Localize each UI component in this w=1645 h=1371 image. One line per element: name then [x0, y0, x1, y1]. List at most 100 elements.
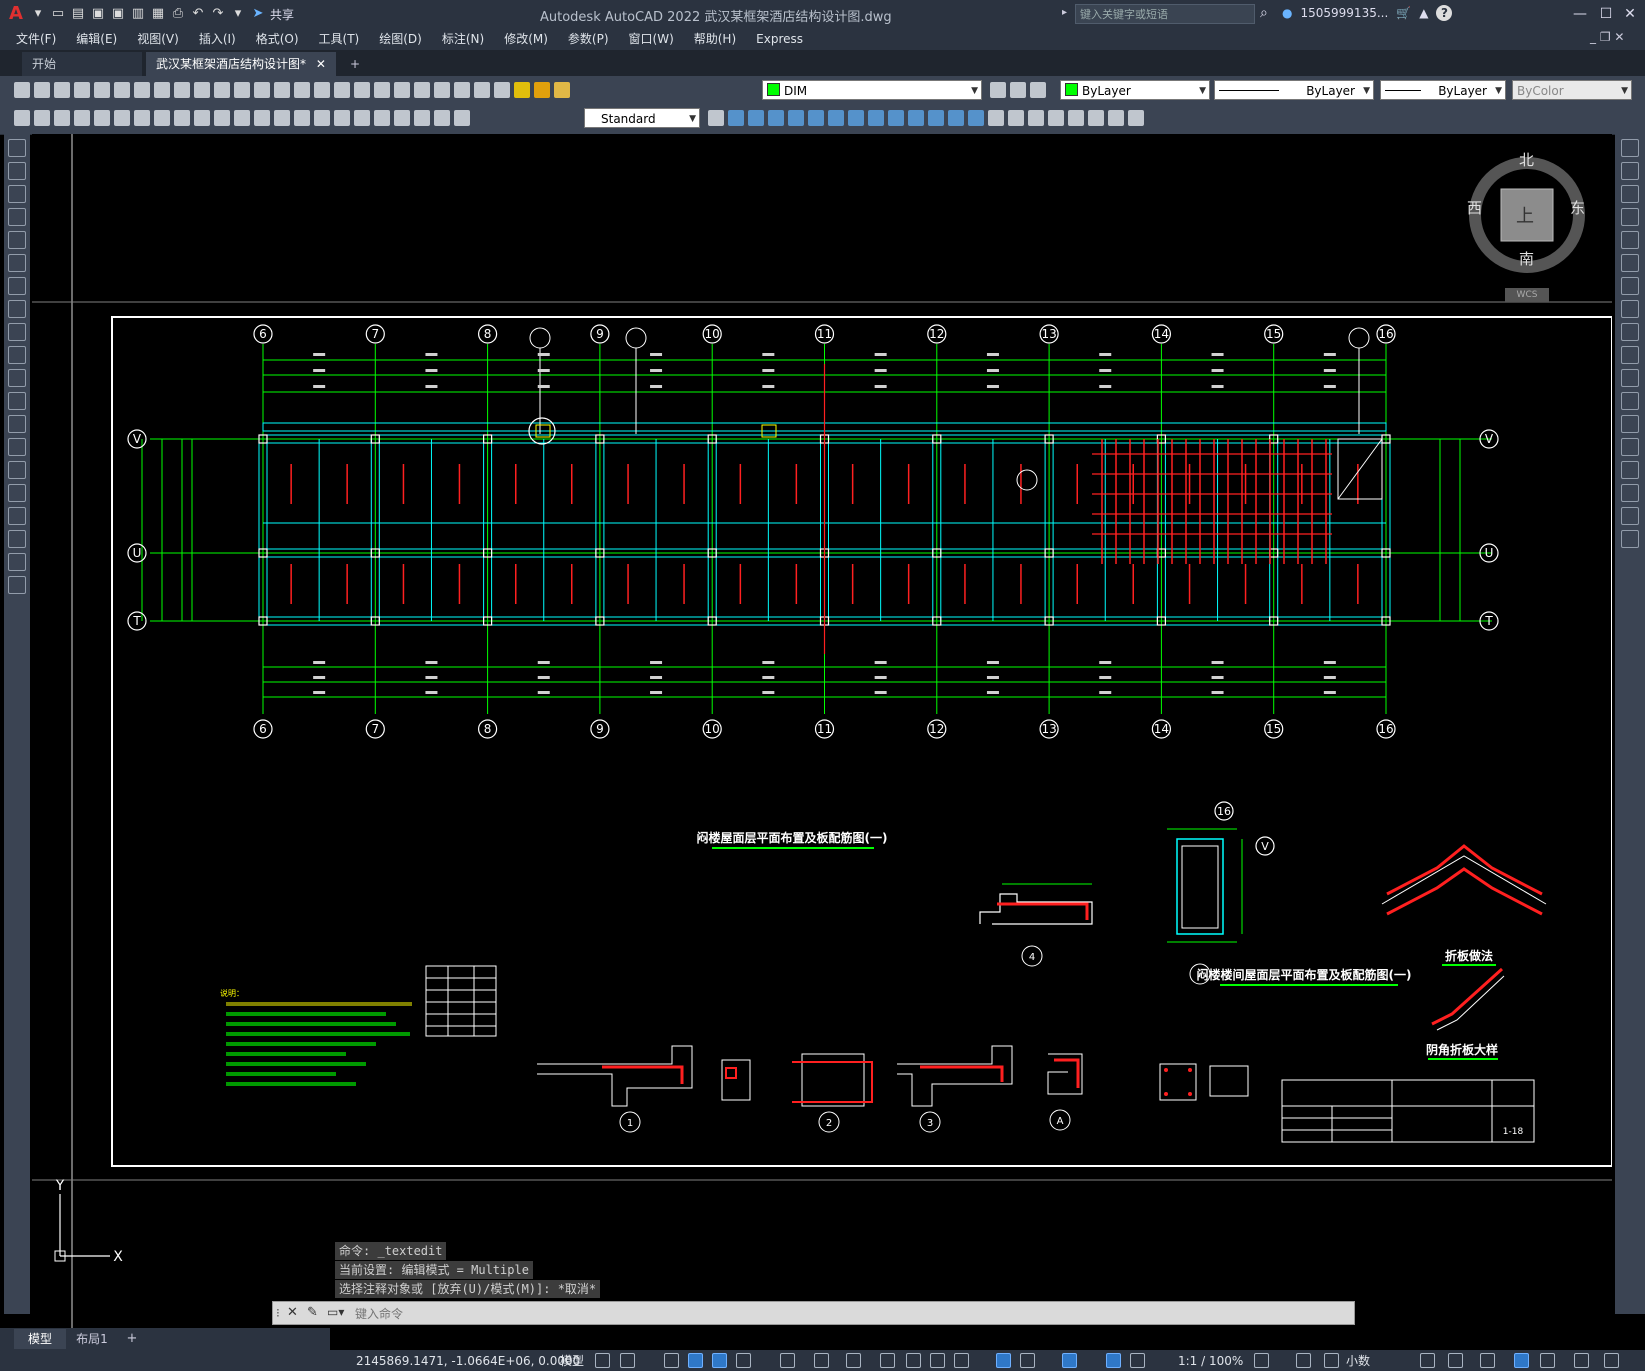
autocad-logo-icon[interactable]: A: [6, 4, 26, 24]
modify-icon-14[interactable]: [988, 110, 1004, 126]
compass-north[interactable]: 北: [1519, 149, 1534, 170]
plot-icon[interactable]: ⎙: [170, 6, 186, 22]
layer-states-icon[interactable]: [1030, 82, 1046, 98]
modify-icon-12[interactable]: [948, 110, 964, 126]
compass-west[interactable]: 西: [1467, 197, 1482, 218]
infer-constraints-icon[interactable]: [664, 1353, 679, 1368]
dim-aligned-icon[interactable]: [94, 110, 110, 126]
menu-parametric[interactable]: 参数(P): [558, 28, 619, 50]
add-layout-button[interactable]: +: [122, 1329, 142, 1349]
hatch-icon[interactable]: [8, 461, 26, 479]
isolate-objects-icon[interactable]: [1480, 1353, 1495, 1368]
close-icon[interactable]: ✕: [1616, 4, 1644, 24]
dim-icon-3[interactable]: [54, 110, 70, 126]
zoom-window-icon[interactable]: [314, 82, 330, 98]
compass-east[interactable]: 东: [1570, 197, 1585, 218]
break-icon[interactable]: [1621, 415, 1639, 433]
annotation-scale[interactable]: 1:1 / 100%: [1178, 1353, 1243, 1369]
auto-scale-icon[interactable]: [1130, 1353, 1145, 1368]
modify-icon-18[interactable]: [1068, 110, 1084, 126]
construction-line-icon[interactable]: [8, 162, 26, 180]
user-name[interactable]: 1505999135...: [1300, 6, 1388, 20]
customization-icon[interactable]: [1604, 1353, 1619, 1368]
compass-south[interactable]: 南: [1519, 248, 1534, 269]
point-icon[interactable]: [8, 438, 26, 456]
copy-object-icon[interactable]: [1621, 162, 1639, 180]
modify-icon-15[interactable]: [1008, 110, 1024, 126]
modify-icon-16[interactable]: [1028, 110, 1044, 126]
menu-file[interactable]: 文件(F): [6, 28, 66, 50]
dim-linear-icon[interactable]: [74, 110, 90, 126]
dim-edit-icon[interactable]: [414, 110, 430, 126]
search-input[interactable]: 键入关键字或短语: [1075, 4, 1255, 24]
modify-icon-8[interactable]: [868, 110, 884, 126]
modify-icon-2[interactable]: [748, 110, 764, 126]
pan-icon[interactable]: [274, 82, 290, 98]
share-button[interactable]: 共享: [270, 6, 294, 23]
move-icon[interactable]: [1621, 254, 1639, 272]
inspection-icon[interactable]: [374, 110, 390, 126]
spline-icon[interactable]: [8, 323, 26, 341]
mirror-icon[interactable]: [1621, 185, 1639, 203]
close-command-icon[interactable]: ✕: [287, 1305, 298, 1320]
region-icon[interactable]: [8, 507, 26, 525]
redo-toolbar-icon[interactable]: [254, 82, 270, 98]
isodraft-icon[interactable]: [780, 1353, 795, 1368]
modify-icon-10[interactable]: [908, 110, 924, 126]
erase-icon[interactable]: [1621, 139, 1639, 157]
explode-icon[interactable]: [1621, 530, 1639, 548]
dim-diameter-icon[interactable]: [194, 110, 210, 126]
layer-dropdown[interactable]: DIM ▼: [762, 80, 982, 100]
undo-toolbar-icon[interactable]: [234, 82, 250, 98]
offset-icon[interactable]: [1621, 208, 1639, 226]
user-icon[interactable]: ●: [1282, 6, 1292, 20]
dim-angular-icon[interactable]: [214, 110, 230, 126]
preview-icon[interactable]: [94, 82, 110, 98]
gradient-icon[interactable]: [8, 484, 26, 502]
ortho-icon[interactable]: [712, 1353, 727, 1368]
menu-edit[interactable]: 编辑(E): [66, 28, 127, 50]
dim-ordinate-icon[interactable]: [134, 110, 150, 126]
annotation-visibility-icon[interactable]: [1106, 1353, 1121, 1368]
customize-qat-icon[interactable]: ▾: [230, 6, 246, 22]
dim-space-icon[interactable]: [294, 110, 310, 126]
stretch-icon[interactable]: [1621, 323, 1639, 341]
transparency-icon[interactable]: [906, 1353, 921, 1368]
snap-icon[interactable]: [620, 1353, 635, 1368]
make-block-icon[interactable]: [8, 415, 26, 433]
fillet-icon[interactable]: [1621, 484, 1639, 502]
object-snap-icon[interactable]: [846, 1353, 861, 1368]
menu-format[interactable]: 格式(O): [246, 28, 309, 50]
customize-icon[interactable]: ✎: [307, 1305, 318, 1320]
new-file-icon[interactable]: ▭: [50, 6, 66, 22]
redo-icon[interactable]: ↷: [210, 6, 226, 22]
dim-update-icon[interactable]: [454, 110, 470, 126]
chamfer-icon[interactable]: [1621, 461, 1639, 479]
layer-thaw-icon[interactable]: [534, 82, 550, 98]
workspace-icon[interactable]: [1254, 1353, 1269, 1368]
autodesk-app-icon[interactable]: ▲: [1419, 6, 1428, 20]
undo-icon[interactable]: ↶: [190, 6, 206, 22]
viewcube-top-label[interactable]: 上: [1516, 202, 1534, 228]
modify-icon-21[interactable]: [1128, 110, 1144, 126]
clean-screen-icon[interactable]: [1540, 1353, 1555, 1368]
dim-icon-2[interactable]: [34, 110, 50, 126]
markup-icon[interactable]: [434, 82, 450, 98]
search-icon[interactable]: ⌕: [1260, 5, 1268, 21]
viewcube[interactable]: 北 南 东 西 上 WCS: [1465, 151, 1590, 302]
units-value[interactable]: 小数: [1346, 1353, 1370, 1369]
menu-tools[interactable]: 工具(T): [309, 28, 370, 50]
ellipse-icon[interactable]: [8, 346, 26, 364]
line-icon[interactable]: [8, 139, 26, 157]
fullscreen-icon[interactable]: [1574, 1353, 1589, 1368]
cart-icon[interactable]: 🛒: [1396, 6, 1411, 20]
units-icon[interactable]: [1324, 1353, 1339, 1368]
drag-handle-icon[interactable]: ⁝: [276, 1306, 280, 1320]
modify-icon-7[interactable]: [848, 110, 864, 126]
calculator-icon[interactable]: [454, 82, 470, 98]
circle-icon[interactable]: [8, 277, 26, 295]
revcloud-icon[interactable]: [8, 300, 26, 318]
modify-icon-3[interactable]: [768, 110, 784, 126]
scale-icon[interactable]: [1621, 300, 1639, 318]
properties-icon[interactable]: [354, 82, 370, 98]
